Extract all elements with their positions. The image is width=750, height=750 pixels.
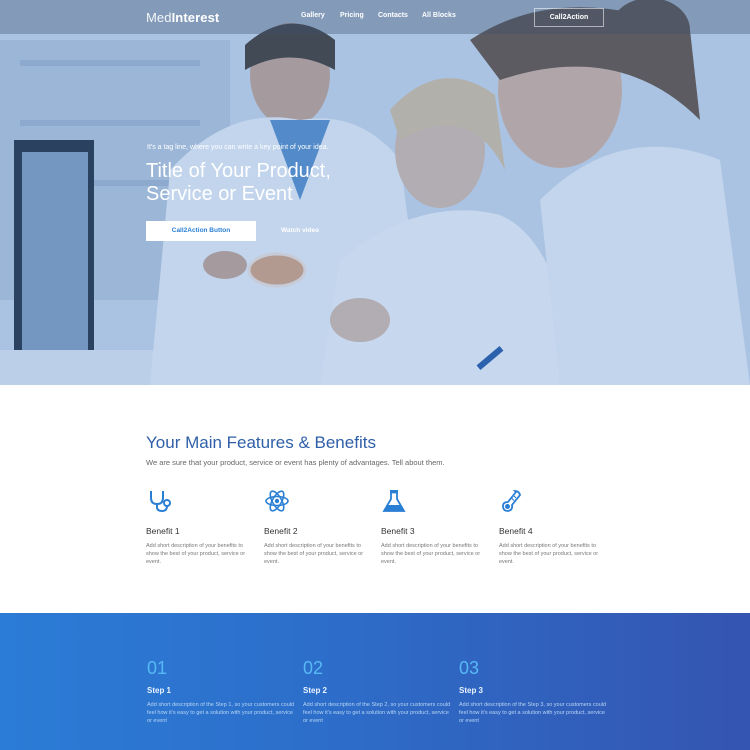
step-description: Add short description of the Step 2, so …: [303, 702, 451, 724]
benefit-description: Add short description of your benefits t…: [499, 543, 599, 565]
benefit-title: Benefit 3: [381, 526, 415, 536]
nav-call2action-button[interactable]: Call2Action: [534, 8, 604, 27]
step-number: 03: [459, 658, 480, 678]
nav-link-pricing[interactable]: Pricing: [340, 12, 364, 19]
top-navbar: MedInterest Gallery Pricing Contacts All…: [0, 0, 750, 34]
step-item: 03 Step 3 Add short description of the S…: [459, 658, 609, 725]
nav-link-contacts[interactable]: Contacts: [378, 12, 408, 19]
step-description: Add short description of the Step 1, so …: [147, 702, 295, 724]
benefit-title: Benefit 1: [146, 526, 180, 536]
flask-icon: [382, 490, 406, 512]
brand-logo-part1: Med: [146, 10, 172, 25]
step-item: 01 Step 1 Add short description of the S…: [147, 658, 297, 725]
hero-section: MedInterest Gallery Pricing Contacts All…: [0, 0, 750, 385]
step-title: Step 3: [459, 686, 484, 695]
benefit-description: Add short description of your benefits t…: [381, 543, 481, 565]
brand-logo-part2: Interest: [171, 10, 220, 25]
step-title: Step 1: [147, 686, 172, 695]
nav-link-gallery[interactable]: Gallery: [301, 12, 325, 19]
benefit-title: Benefit 4: [499, 526, 533, 536]
step-title: Step 2: [303, 686, 328, 695]
nav-link-all-blocks[interactable]: All Blocks: [422, 12, 456, 19]
watch-video-link[interactable]: Watch video: [281, 227, 319, 234]
atom-icon: [265, 490, 289, 512]
features-subtitle: We are sure that your product, service o…: [146, 458, 445, 467]
brand-logo[interactable]: MedInterest: [146, 10, 219, 25]
step-number: 02: [303, 658, 324, 678]
features-section: Your Main Features & Benefits We are sur…: [0, 385, 750, 613]
step-description: Add short description of the Step 3, so …: [459, 702, 607, 724]
step-item: 02 Step 2 Add short description of the S…: [303, 658, 453, 725]
thermometer-icon: [502, 490, 521, 512]
benefit-description: Add short description of your benefits t…: [264, 543, 364, 565]
features-title: Your Main Features & Benefits: [146, 433, 376, 452]
stethoscope-icon: [150, 491, 171, 513]
benefit-item: Benefit 1 Add short description of your …: [146, 488, 256, 566]
step-number: 01: [147, 658, 168, 678]
hero-title: Title of Your Product, Service or Event: [146, 160, 331, 205]
benefit-item: Benefit 3 Add short description of your …: [381, 488, 491, 566]
hero-call2action-button[interactable]: Call2Action Button: [146, 221, 256, 241]
benefit-title: Benefit 2: [264, 526, 298, 536]
hero-tagline: It's a tag line, where you can write a k…: [147, 144, 329, 151]
benefit-item: Benefit 4 Add short description of your …: [499, 488, 609, 566]
benefit-item: Benefit 2 Add short description of your …: [264, 488, 374, 566]
benefit-description: Add short description of your benefits t…: [146, 543, 246, 565]
steps-section: 01 Step 1 Add short description of the S…: [0, 613, 750, 750]
